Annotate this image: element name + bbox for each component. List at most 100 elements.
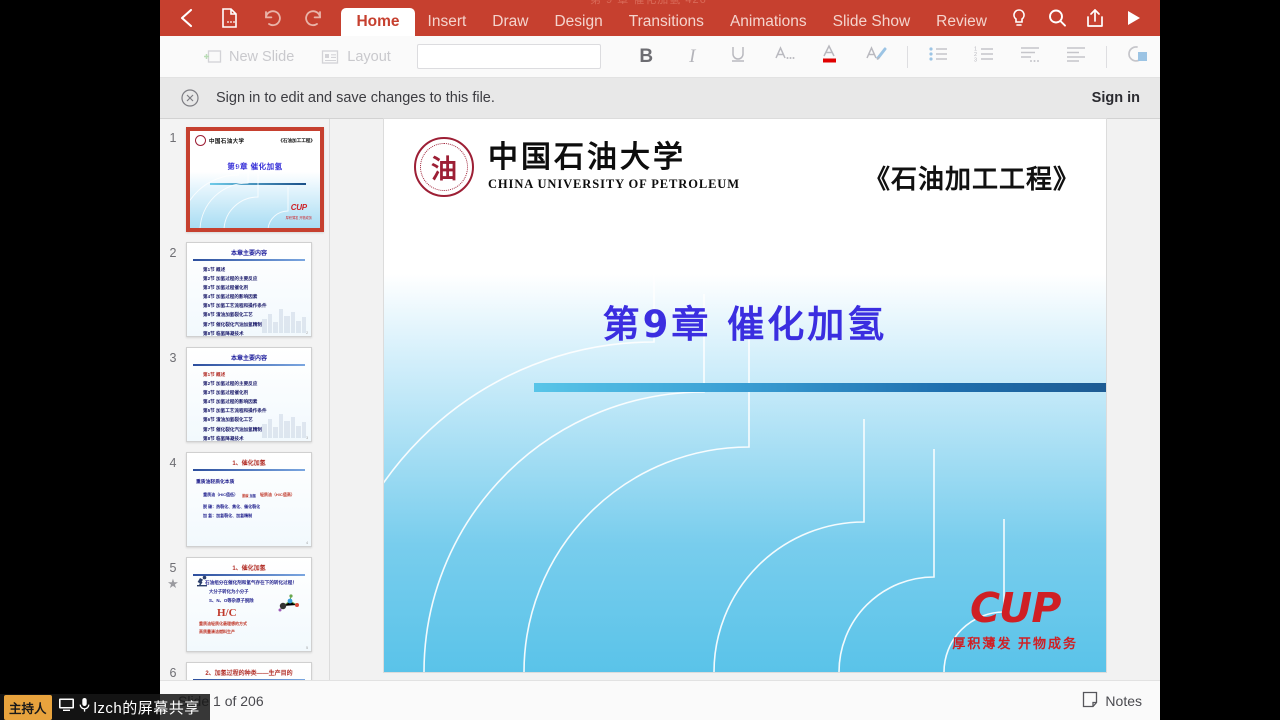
present-button[interactable] [1114, 0, 1152, 36]
signin-button[interactable]: Sign in [1092, 90, 1140, 106]
cup-motto: 厚积薄发 开物成务 [952, 636, 1078, 651]
share-icon [1084, 7, 1106, 29]
tab-animations[interactable]: Animations [717, 8, 820, 36]
note-item: 加 氢：加氢裂化、加氢精制 [203, 513, 253, 518]
undo-button[interactable] [251, 0, 293, 36]
bold-button[interactable]: B [623, 36, 669, 78]
mini-cup-logo: CUP 厚积薄发 开物成务 [286, 197, 312, 220]
list-item: 第4节 加氢过程的影响因素 [203, 399, 258, 405]
slide-stage: 油 中国石油大学 CHINA UNIVERSITY OF PETROLEUM 《… [330, 119, 1160, 680]
layout-icon [320, 49, 340, 65]
slide-title: 第9章 催化加氢 [602, 303, 888, 346]
thumbnail-meta-3: 3 [160, 347, 186, 365]
notes-label: Notes [1105, 693, 1142, 709]
tab-transitions[interactable]: Transitions [616, 8, 717, 36]
tab-review[interactable]: Review [923, 8, 1000, 36]
slide-thumbnail-panel[interactable]: 1 中国石油大学 《石油加工工程》 第9章 催化加氢 CUP 厚积薄发 开物成务… [160, 119, 330, 680]
thumbnail-slide-6[interactable]: 6 2、加氢过程的种类——生产目的 [160, 657, 329, 680]
tab-design[interactable]: Design [541, 8, 615, 36]
mini-page-number: 2 [306, 331, 308, 335]
slide-accent-bar [534, 383, 1106, 392]
search-button[interactable] [1038, 0, 1076, 36]
mini-page-number: 5 [306, 646, 308, 650]
thumbnail-frame: 中国石油大学 《石油加工工程》 第9章 催化加氢 CUP 厚积薄发 开物成务 [186, 127, 324, 232]
new-slide-label: New Slide [229, 48, 295, 65]
format-toolbar: New Slide Layout B I 1 2 3 [160, 36, 1160, 78]
text-effects-icon [772, 43, 796, 70]
mini-title-slide: 中国石油大学 《石油加工工程》 第9章 催化加氢 CUP 厚积薄发 开物成务 [190, 131, 320, 228]
font-name-input[interactable] [417, 45, 549, 68]
shape-fill-icon [1124, 43, 1150, 70]
font-color-icon [819, 42, 843, 71]
underline-button[interactable] [715, 36, 761, 78]
mini-red-note: 高质量清洁燃料生产 [199, 629, 235, 634]
tell-me-button[interactable] [1000, 0, 1038, 36]
thumbnail-number: 2 [169, 246, 177, 260]
layout-button[interactable]: Layout [320, 49, 391, 65]
mini-heading: 本章主要内容 [230, 251, 267, 257]
thumbnail-meta-6: 6 [160, 662, 186, 680]
numbered-list-button[interactable]: 123 [961, 36, 1007, 78]
file-options-button[interactable] [208, 0, 250, 36]
skyline-decoration-icon [262, 414, 306, 438]
thumbnail-slide-2[interactable]: 2 本章主要内容 第1节 概述 第2节 加氢过程的主要反应 第3节 加氢过程催化… [160, 237, 329, 342]
microphone-icon [78, 697, 91, 718]
indent-icon [1018, 43, 1042, 70]
thumbnail-slide-5[interactable]: 5 ★ 1、催化加氢 石油组分在催化剂和氢气存在下的转化过程！ 大分子转化为小分… [160, 552, 329, 657]
banner-close-button[interactable] [180, 88, 200, 108]
align-button[interactable] [1053, 36, 1099, 78]
equation-left: 重质油（H/C值低） [203, 492, 239, 497]
list-item: 第3节 加氢过程催化剂 [203, 390, 249, 396]
underline-icon [727, 43, 749, 70]
mini-subheading: 重质油轻质化本质 [196, 480, 235, 485]
cup-word: CUP [969, 584, 1061, 632]
thumbnail-meta-2: 2 [160, 242, 186, 260]
file-options-icon [220, 7, 240, 29]
tab-insert[interactable]: Insert [415, 8, 480, 36]
italic-button[interactable]: I [669, 36, 715, 78]
mini-page-number: 4 [306, 541, 308, 545]
mini-heading: 1、催化加氢 [232, 566, 266, 572]
arrow-bottom-label: 加氢 [249, 493, 256, 498]
tab-home[interactable]: Home [341, 8, 415, 36]
shape-fill-button[interactable] [1114, 36, 1160, 78]
thumbnail-frame: 1、催化加氢 石油组分在催化剂和氢气存在下的转化过程！ 大分子转化为小分子 S、… [186, 557, 312, 652]
tab-draw[interactable]: Draw [479, 8, 541, 36]
bullet-list-button[interactable] [915, 36, 961, 78]
slide-header: 油 中国石油大学 CHINA UNIVERSITY OF PETROLEUM [414, 137, 740, 197]
list-item: 第4节 加氢过程的影响因素 [203, 294, 258, 300]
microscope-icon [197, 575, 207, 587]
tab-slide-show[interactable]: Slide Show [820, 8, 924, 36]
font-color-button[interactable] [808, 36, 854, 78]
mini-hc-slide: 1、催化加氢 石油组分在催化剂和氢气存在下的转化过程！ 大分子转化为小分子 S、… [187, 558, 311, 651]
thumbnail-slide-1[interactable]: 1 中国石油大学 《石油加工工程》 第9章 催化加氢 CUP 厚积薄发 开物成务 [160, 122, 329, 237]
new-slide-button[interactable]: New Slide [202, 49, 294, 65]
share-button[interactable] [1076, 0, 1114, 36]
format-painter-button[interactable] [854, 36, 900, 78]
thumbnail-frame: 1、催化加氢 重质油轻质化本质 重质油（H/C值低） 脱碳 加氢 轻质油（H/C… [186, 452, 312, 547]
notes-icon [1082, 691, 1098, 711]
mini-rule [193, 679, 305, 680]
list-item: 第1节 概述 [203, 372, 226, 377]
thumbnail-number: 4 [169, 456, 177, 470]
list-item: 第2节 加氢过程的主要反应 [203, 381, 258, 387]
mini-reaction-slide: 1、催化加氢 重质油轻质化本质 重质油（H/C值低） 脱碳 加氢 轻质油（H/C… [187, 453, 311, 546]
font-size-input[interactable] [548, 45, 601, 68]
mini-toc-slide: 本章主要内容 第1节 概述 第2节 加氢过程的主要反应 第3节 加氢过程催化剂 … [187, 243, 311, 336]
thumbnail-slide-4[interactable]: 4 1、催化加氢 重质油轻质化本质 重质油（H/C值低） 脱碳 加氢 轻质油（H… [160, 447, 329, 552]
share-overlay-icons [58, 697, 91, 718]
align-left-icon [1064, 43, 1088, 70]
cup-logo: CUP 厚积薄发 开物成务 [952, 588, 1078, 652]
text-effects-button[interactable] [761, 36, 807, 78]
toolbar-divider-2 [1105, 45, 1107, 68]
notes-button[interactable]: Notes [1082, 691, 1142, 711]
mini-heading: 2、加氢过程的种类——生产目的 [205, 671, 293, 677]
redo-button[interactable] [293, 0, 335, 36]
back-button[interactable] [166, 0, 208, 36]
ribbon-actions [1000, 0, 1160, 36]
current-slide[interactable]: 油 中国石油大学 CHINA UNIVERSITY OF PETROLEUM 《… [384, 119, 1106, 672]
thumbnail-slide-3[interactable]: 3 本章主要内容 第1节 概述 第2节 加氢过程的主要反应 第3节 加氢过程催化… [160, 342, 329, 447]
mini-heading: 1、催化加氢 [232, 461, 266, 467]
equation-right: 轻质油（H/C值高） [259, 492, 295, 497]
indent-button[interactable] [1007, 36, 1053, 78]
